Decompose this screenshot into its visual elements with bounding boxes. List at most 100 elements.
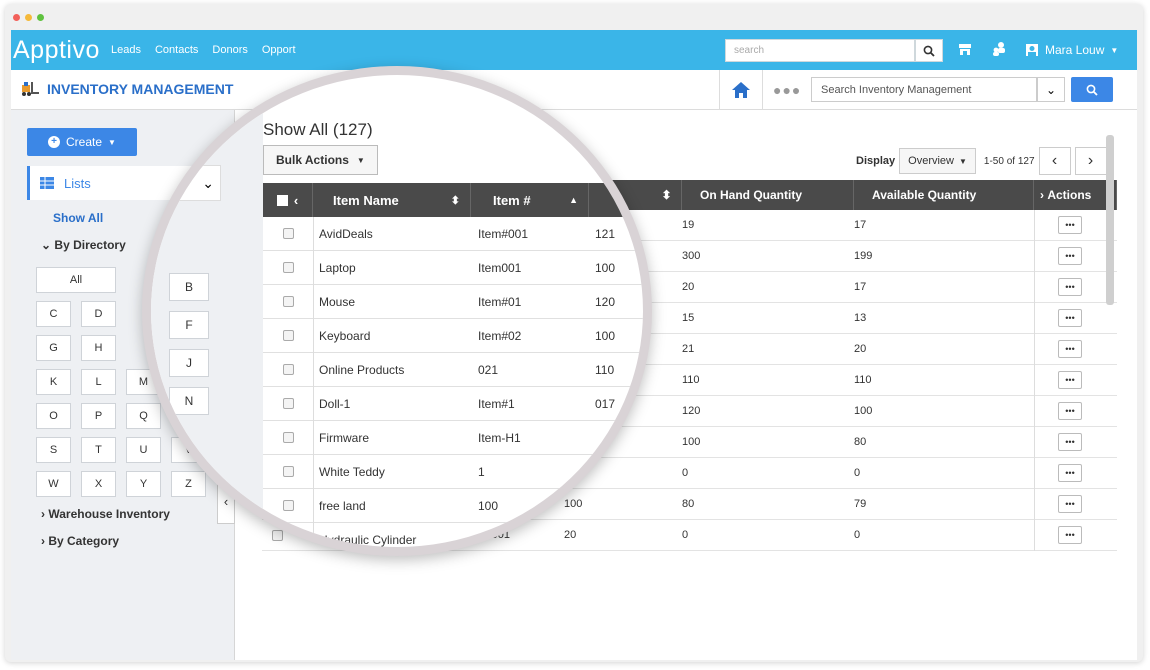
alpha-button[interactable]: B — [169, 273, 209, 301]
cell-item-number: 021 — [478, 362, 499, 377]
alpha-button[interactable]: F — [169, 311, 209, 339]
nav-link-opportunities[interactable]: Opport — [262, 44, 296, 56]
row-checkbox[interactable] — [283, 296, 294, 307]
maximize-dot-icon[interactable] — [37, 14, 44, 21]
row-checkbox[interactable] — [283, 398, 294, 409]
sort-icon[interactable]: ⬍ — [652, 180, 682, 210]
row-actions-button[interactable]: ••• — [1058, 402, 1082, 420]
item-number-label: Item # — [493, 192, 531, 208]
column-on-hand[interactable]: On Hand Quantity — [682, 180, 854, 210]
row-actions-button[interactable]: ••• — [1058, 526, 1082, 544]
alpha-all-button[interactable]: All — [36, 267, 116, 293]
alpha-button[interactable]: C — [36, 301, 71, 327]
close-dot-icon[interactable] — [13, 14, 20, 21]
row-checkbox[interactable] — [283, 228, 294, 239]
row-actions-button[interactable]: ••• — [1058, 464, 1082, 482]
table-row[interactable]: Online Products 021 110 — [263, 353, 643, 387]
pager-text: 1-50 of 127 — [983, 155, 1035, 167]
row-actions-button[interactable]: ••• — [1058, 371, 1082, 389]
nav-links: Leads Contacts Donors Opport — [111, 44, 296, 56]
row-checkbox[interactable] — [283, 534, 294, 545]
column-item-number[interactable]: Item # ▲ — [471, 183, 589, 217]
row-actions-button[interactable]: ••• — [1058, 340, 1082, 358]
table-row[interactable]: Laptop Item001 100 — [263, 251, 643, 285]
row-checkbox[interactable] — [283, 262, 294, 273]
column-available[interactable]: Available Quantity — [854, 180, 1034, 210]
column-actions[interactable]: › Actions — [1034, 180, 1117, 210]
alpha-button[interactable]: W — [36, 471, 71, 497]
by-category-toggle[interactable]: › By Category — [41, 534, 119, 548]
column-divider — [1034, 241, 1035, 272]
select-all-checkbox[interactable]: ‹ — [263, 183, 313, 217]
people-icon[interactable] — [989, 41, 1009, 61]
row-actions-button[interactable]: ••• — [1058, 278, 1082, 296]
by-directory-toggle[interactable]: ⌄ By Directory — [41, 238, 126, 252]
magnified-dropdown[interactable]: ⌄ — [165, 165, 221, 201]
bulk-actions-button[interactable]: Bulk Actions ▼ — [263, 145, 378, 175]
alpha-button[interactable]: J — [169, 349, 209, 377]
row-checkbox[interactable] — [283, 364, 294, 375]
alpha-button[interactable]: H — [81, 335, 116, 361]
row-actions-button[interactable]: ••• — [1058, 309, 1082, 327]
row-checkbox[interactable] — [283, 330, 294, 341]
alpha-button[interactable]: O — [36, 403, 71, 429]
cell-item-number: Item#1 — [478, 396, 515, 411]
global-search-button[interactable] — [915, 39, 943, 62]
table-row[interactable]: Firmware Item-H1 — [263, 421, 643, 455]
actions-cell: ••• — [1058, 489, 1082, 519]
store-icon[interactable] — [955, 41, 975, 61]
table-row[interactable]: free land 100 — [263, 489, 643, 523]
row-checkbox[interactable] — [283, 466, 294, 477]
logo[interactable]: Apptivo — [13, 36, 100, 65]
next-page-button[interactable]: › — [1074, 147, 1107, 175]
row-actions-button[interactable]: ••• — [1058, 247, 1082, 265]
row-checkbox[interactable] — [283, 432, 294, 443]
display-select[interactable]: Overview ▼ — [899, 148, 976, 174]
table-row[interactable]: Keyboard Item#02 100 — [263, 319, 643, 353]
checkbox-cell — [283, 489, 294, 522]
alpha-button[interactable]: X — [81, 471, 116, 497]
row-actions-button[interactable]: ••• — [1058, 495, 1082, 513]
module-search-button[interactable] — [1071, 77, 1113, 102]
cell-quantity: 110 — [595, 362, 615, 377]
user-menu[interactable]: Mara Louw ▼ — [1025, 43, 1118, 57]
nav-link-leads[interactable]: Leads — [111, 44, 141, 56]
column-item-name[interactable]: Item Name ⬍ — [313, 183, 471, 217]
user-name: Mara Louw — [1045, 43, 1105, 57]
vertical-scrollbar[interactable] — [1106, 135, 1114, 305]
table-row[interactable]: Doll-1 Item#1 017 — [263, 387, 643, 421]
alpha-button[interactable]: D — [81, 301, 116, 327]
row-checkbox[interactable] — [283, 500, 294, 511]
row-actions-button[interactable]: ••• — [1058, 216, 1082, 234]
home-button[interactable] — [719, 70, 763, 110]
global-search-input[interactable]: search — [725, 39, 915, 62]
alpha-button[interactable]: P — [81, 403, 116, 429]
more-options-icon[interactable]: ●●● — [773, 82, 801, 98]
alpha-button[interactable]: L — [81, 369, 116, 395]
minimize-dot-icon[interactable] — [25, 14, 32, 21]
module-search-dropdown[interactable]: ⌄ — [1037, 77, 1065, 102]
table-row[interactable]: Mouse Item#01 120 — [263, 285, 643, 319]
alpha-button[interactable]: S — [36, 437, 71, 463]
alpha-button[interactable]: T — [81, 437, 116, 463]
chevron-down-icon: ⌄ — [1045, 82, 1057, 97]
avatar-icon — [1026, 44, 1038, 56]
table-row[interactable]: White Teddy 1 — [263, 455, 643, 489]
nav-link-donors[interactable]: Donors — [212, 44, 247, 56]
prev-page-button[interactable]: ‹ — [1038, 147, 1071, 175]
alpha-button[interactable]: G — [36, 335, 71, 361]
chevron-left-icon: ‹ — [293, 192, 299, 208]
column-divider — [313, 319, 314, 353]
create-button[interactable]: + Create ▼ — [27, 128, 137, 156]
cell-on-hand: 0 — [682, 467, 689, 479]
nav-link-contacts[interactable]: Contacts — [155, 44, 198, 56]
actions-cell: ••• — [1058, 520, 1082, 550]
alpha-button[interactable]: K — [36, 369, 71, 395]
row-actions-button[interactable]: ••• — [1058, 433, 1082, 451]
module-search-input[interactable]: Search Inventory Management — [811, 77, 1037, 102]
cell-item-name: Keyboard — [319, 328, 371, 343]
table-row[interactable]: AvidDeals Item#001 121 — [263, 217, 643, 251]
show-all-link[interactable]: Show All — [53, 211, 103, 225]
alpha-button[interactable]: N — [169, 387, 209, 415]
cell-item-name: free land — [319, 498, 366, 513]
